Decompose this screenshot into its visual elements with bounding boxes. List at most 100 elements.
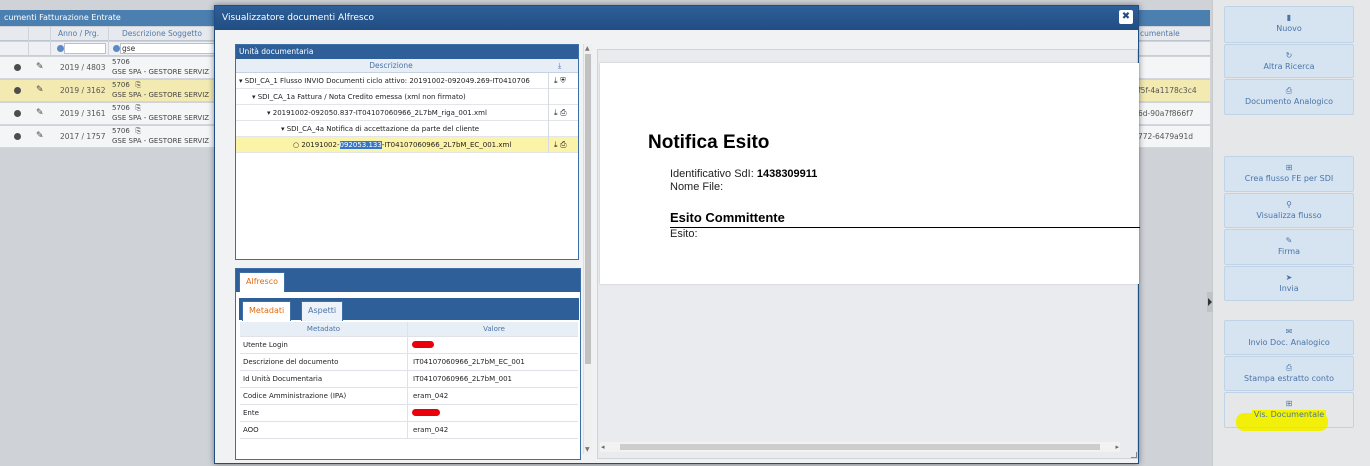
visualizza-flusso-button[interactable]: ⚲ Visualizza flusso xyxy=(1224,193,1354,228)
name-cell: GSE SPA - GESTORE SERVIZ xyxy=(112,68,210,76)
metadata-value: IT04107060966_2L7bM_001 xyxy=(413,375,512,383)
code-cell: 5706 xyxy=(112,58,130,66)
scroll-up-icon[interactable]: ▲ xyxy=(585,45,590,52)
view-icon[interactable] xyxy=(14,64,21,71)
tree-node-selected[interactable]: ○ 20191002-092053.133-IT04107060966_2L7b… xyxy=(236,137,578,153)
tree-node-label: ▾ 20191002-092050.837-IT04107060966_2L7b… xyxy=(267,109,487,117)
edit-icon[interactable]: ✎ xyxy=(36,131,44,141)
button-label: Documento Analogico xyxy=(1244,97,1334,106)
scroll-down-icon[interactable]: ▼ xyxy=(585,446,590,453)
anno-cell: 2019 / 3162 xyxy=(60,86,106,95)
vertical-scrollbar[interactable]: ▲ ▼ xyxy=(583,44,592,454)
unita-documentaria-panel: Unità documentaria Descrizione ⤓ ▾ SDI_C… xyxy=(235,44,579,260)
send-icon: ➤ xyxy=(1285,273,1293,282)
metadata-value: eram_042 xyxy=(413,392,449,400)
metadata-key: AOO xyxy=(240,422,408,438)
tab-alfresco[interactable]: Alfresco xyxy=(239,272,286,292)
tree-node-label: ○ 20191002-092053.133-IT04107060966_2L7b… xyxy=(293,137,547,153)
anno-cell: 2019 / 4803 xyxy=(60,63,106,72)
metadata-key: Utente Login xyxy=(240,337,408,353)
document-viewer[interactable]: Notifica Esito Identificativo SdI: 14383… xyxy=(597,49,1140,459)
print-icon: ⎙ xyxy=(1285,86,1293,95)
view-icon[interactable] xyxy=(14,87,21,94)
esito-section-title: Esito Committente xyxy=(670,210,785,225)
hash-cell: 6d-90a7f866f7 xyxy=(1138,109,1194,118)
filter-icon xyxy=(113,45,120,52)
metadata-key: Codice Amministrazione (IPA) xyxy=(240,388,408,404)
document-page: Notifica Esito Identificativo SdI: 14383… xyxy=(600,63,1140,284)
column-anno[interactable]: Anno / Prg. xyxy=(58,27,99,41)
metadata-key: Ente xyxy=(240,405,408,421)
button-label: Nuovo xyxy=(1276,24,1302,33)
view-icon[interactable] xyxy=(14,110,21,117)
tree-node[interactable]: ▾ SDI_CA_1a Fattura / Nota Credito emess… xyxy=(236,89,578,105)
esito-label: Esito: xyxy=(670,228,698,240)
scroll-left-icon[interactable]: ◂ xyxy=(601,442,605,452)
tree-node[interactable]: ▾ 20191002-092050.837-IT04107060966_2L7b… xyxy=(236,105,578,121)
invia-button[interactable]: ➤ Invia xyxy=(1224,266,1354,301)
redaction-mark xyxy=(412,341,434,348)
invio-doc-analogico-button[interactable]: ✉ Invio Doc. Analogico xyxy=(1224,320,1354,355)
edit-icon[interactable]: ✎ xyxy=(36,85,44,95)
view-icon[interactable] xyxy=(14,133,21,140)
altra-ricerca-button[interactable]: ↻ Altra Ricerca xyxy=(1224,44,1354,78)
sdi-id-line: Identificativo SdI: 1438309911 xyxy=(670,168,817,180)
anno-filter-input[interactable] xyxy=(64,43,106,54)
code-cell: 5706 ⎘ xyxy=(112,127,142,135)
column-divider xyxy=(548,137,549,153)
nuovo-button[interactable]: ▮ Nuovo xyxy=(1224,6,1354,43)
metadata-header: Metadato Valore xyxy=(240,322,578,337)
node-actions[interactable]: ⤓ ⛨ xyxy=(554,73,566,89)
sdi-id-label: Identificativo SdI: xyxy=(670,168,754,180)
column-metadato[interactable]: Metadato xyxy=(240,322,408,336)
scroll-thumb[interactable] xyxy=(585,54,591,364)
metadata-row: Utente Login xyxy=(240,337,578,354)
button-label: Invia xyxy=(1279,284,1299,293)
file-name-label: Nome File: xyxy=(670,181,724,193)
edit-icon[interactable]: ✎ xyxy=(36,108,44,118)
sidebar-collapse-handle[interactable] xyxy=(1207,292,1213,312)
column-divider xyxy=(548,89,549,105)
resize-grip-icon[interactable] xyxy=(1131,452,1137,458)
tab-metadati[interactable]: Metadati xyxy=(242,301,292,321)
column-divider xyxy=(548,73,549,89)
tree-node[interactable]: ▾ SDI_CA_1 Flusso INVIO Documenti ciclo … xyxy=(236,73,578,89)
column-valore[interactable]: Valore xyxy=(410,322,578,336)
node-actions[interactable]: ⤓ ⎙ xyxy=(554,105,566,121)
grid-icon: ⊞ xyxy=(1285,163,1293,172)
crea-flusso-button[interactable]: ⊞ Crea flusso FE per SDI xyxy=(1224,156,1354,192)
metadata-row: Id Unità Documentaria IT04107060966_2L7b… xyxy=(240,371,578,388)
descrizione-filter-input[interactable]: gse xyxy=(120,43,215,54)
alfresco-panel: Alfresco Metadati Aspetti Metadato Valor… xyxy=(235,268,581,460)
stampa-estratto-conto-button[interactable]: ⎙ Stampa estratto conto xyxy=(1224,356,1354,391)
metadata-table: Metadato Valore Utente Login Descrizione… xyxy=(240,322,578,439)
button-label: Crea flusso FE per SDI xyxy=(1244,174,1334,183)
filter-icon xyxy=(57,45,64,52)
alfresco-tabbar: Alfresco xyxy=(236,269,580,292)
tree-node-label: ▾ SDI_CA_1 Flusso INVIO Documenti ciclo … xyxy=(239,77,530,85)
metadata-key: Id Unità Documentaria xyxy=(240,371,408,387)
scroll-right-icon[interactable]: ▸ xyxy=(1115,442,1119,452)
code-cell: 5706 ⎘ xyxy=(112,81,142,89)
scroll-thumb[interactable] xyxy=(620,444,1100,450)
column-documentale[interactable]: cumentale xyxy=(1140,27,1180,41)
sdi-id-value: 1438309911 xyxy=(756,168,818,180)
node-actions[interactable]: ⤓ ⎙ xyxy=(554,137,566,153)
metadata-key: Descrizione del documento xyxy=(240,354,408,370)
tab-aspetti[interactable]: Aspetti xyxy=(301,301,344,321)
column-descrizione[interactable]: Descrizione Soggetto xyxy=(122,27,202,41)
horizontal-scrollbar[interactable]: ◂ ▸ xyxy=(600,442,1120,452)
documento-analogico-button[interactable]: ⎙ Documento Analogico xyxy=(1224,79,1354,115)
vis-documentale-button[interactable]: ⊞ Vis. Documentale xyxy=(1224,392,1354,428)
close-icon[interactable]: ✖ xyxy=(1119,10,1133,24)
tree-node[interactable]: ▾ SDI_CA_4a Notifica di accettazione da … xyxy=(236,121,578,137)
grid-icon: ⊞ xyxy=(1285,399,1293,408)
name-cell: GSE SPA - GESTORE SERVIZ xyxy=(112,137,210,145)
firma-button[interactable]: ✎ Firma xyxy=(1224,229,1354,265)
button-label: Altra Ricerca xyxy=(1263,62,1315,71)
button-label: Firma xyxy=(1277,247,1301,256)
alfresco-viewer-modal: Visualizzatore documenti Alfresco ✖ Unit… xyxy=(214,5,1140,464)
section-divider xyxy=(670,227,1140,228)
edit-icon[interactable]: ✎ xyxy=(36,62,44,72)
column-descrizione[interactable]: Descrizione xyxy=(236,59,546,73)
